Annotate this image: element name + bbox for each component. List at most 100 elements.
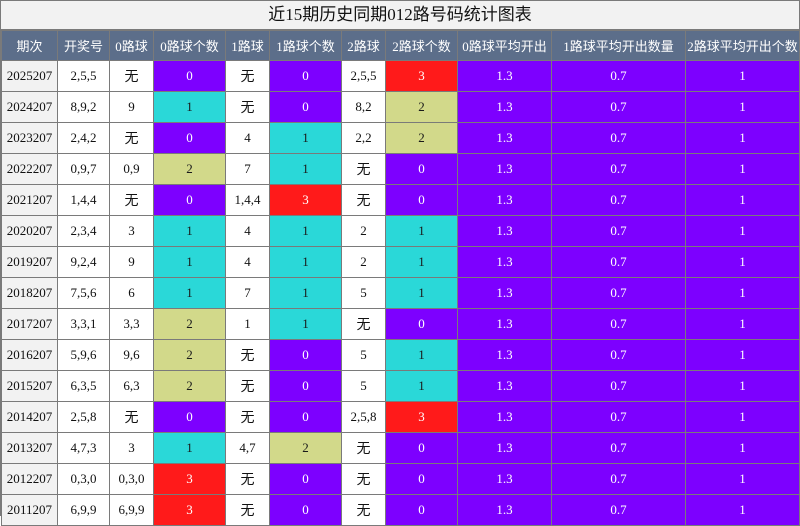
route0-ball-cell: 9 xyxy=(109,91,154,123)
route1-ball-cell: 无 xyxy=(225,339,270,371)
route2-ball-cell: 无 xyxy=(341,184,386,216)
route0-average-cell: 1.3 xyxy=(457,122,552,154)
route2-count-cell: 0 xyxy=(385,308,458,340)
route0-count-cell: 1 xyxy=(153,91,226,123)
table-row: 2020207 2,3,4 3 1 4 1 2 1 1.3 0.7 1 xyxy=(1,215,800,247)
draw-number-cell: 1,4,4 xyxy=(57,184,110,216)
route1-ball-cell: 无 xyxy=(225,370,270,402)
draw-number-cell: 4,7,3 xyxy=(57,432,110,464)
period-cell: 2023207 xyxy=(1,122,58,154)
draw-number-cell: 6,3,5 xyxy=(57,370,110,402)
table-row: 2015207 6,3,5 6,3 2 无 0 5 1 1.3 0.7 1 xyxy=(1,370,800,402)
route0-count-cell: 0 xyxy=(153,401,226,433)
route0-average-cell: 1.3 xyxy=(457,401,552,433)
draw-number-cell: 2,4,2 xyxy=(57,122,110,154)
period-cell: 2015207 xyxy=(1,370,58,402)
route2-average-cell: 1 xyxy=(685,370,800,402)
header-row: 期次 开奖号 0路球 0路球个数 1路球 1路球个数 2路球 2路球个数 0路球… xyxy=(1,30,800,61)
route1-count-cell: 0 xyxy=(269,339,342,371)
route0-ball-cell: 3 xyxy=(109,215,154,247)
route2-average-cell: 1 xyxy=(685,401,800,433)
route2-count-cell: 0 xyxy=(385,494,458,526)
route2-count-cell: 2 xyxy=(385,91,458,123)
route2-count-cell: 1 xyxy=(385,370,458,402)
header-route0-count: 0路球个数 xyxy=(153,30,226,61)
route1-average-cell: 0.7 xyxy=(551,246,686,278)
period-cell: 2011207 xyxy=(1,494,58,526)
route2-ball-cell: 2,5,8 xyxy=(341,401,386,433)
draw-number-cell: 3,3,1 xyxy=(57,308,110,340)
route1-average-cell: 0.7 xyxy=(551,463,686,495)
route1-average-cell: 0.7 xyxy=(551,308,686,340)
route1-count-cell: 0 xyxy=(269,401,342,433)
route1-average-cell: 0.7 xyxy=(551,122,686,154)
draw-number-cell: 0,9,7 xyxy=(57,153,110,185)
route2-count-cell: 2 xyxy=(385,122,458,154)
route0-average-cell: 1.3 xyxy=(457,370,552,402)
route1-ball-cell: 4 xyxy=(225,215,270,247)
draw-number-cell: 2,5,5 xyxy=(57,60,110,92)
page-title: 近15期历史同期012路号码统计图表 xyxy=(1,1,799,30)
draw-number-cell: 0,3,0 xyxy=(57,463,110,495)
route2-average-cell: 1 xyxy=(685,60,800,92)
route1-count-cell: 0 xyxy=(269,494,342,526)
route0-count-cell: 2 xyxy=(153,339,226,371)
table-row: 2013207 4,7,3 3 1 4,7 2 无 0 1.3 0.7 1 xyxy=(1,432,800,464)
route2-count-cell: 1 xyxy=(385,215,458,247)
draw-number-cell: 2,5,8 xyxy=(57,401,110,433)
route0-average-cell: 1.3 xyxy=(457,60,552,92)
route1-ball-cell: 1,4,4 xyxy=(225,184,270,216)
table-row: 2023207 2,4,2 无 0 4 1 2,2 2 1.3 0.7 1 xyxy=(1,122,800,154)
route1-count-cell: 1 xyxy=(269,308,342,340)
route0-ball-cell: 0,9 xyxy=(109,153,154,185)
route2-ball-cell: 无 xyxy=(341,308,386,340)
route0-average-cell: 1.3 xyxy=(457,91,552,123)
route2-count-cell: 0 xyxy=(385,184,458,216)
route1-average-cell: 0.7 xyxy=(551,215,686,247)
route1-count-cell: 0 xyxy=(269,91,342,123)
route1-average-cell: 0.7 xyxy=(551,184,686,216)
header-route0-ball: 0路球 xyxy=(109,30,154,61)
route0-ball-cell: 9,6 xyxy=(109,339,154,371)
route0-ball-cell: 无 xyxy=(109,184,154,216)
route1-ball-cell: 1 xyxy=(225,308,270,340)
table-row: 2012207 0,3,0 0,3,0 3 无 0 无 0 1.3 0.7 1 xyxy=(1,463,800,495)
route2-ball-cell: 2,5,5 xyxy=(341,60,386,92)
route1-count-cell: 1 xyxy=(269,246,342,278)
route2-count-cell: 0 xyxy=(385,153,458,185)
route0-count-cell: 2 xyxy=(153,370,226,402)
route2-average-cell: 1 xyxy=(685,494,800,526)
route0-count-cell: 0 xyxy=(153,184,226,216)
header-route2-average: 2路球平均开出个数 xyxy=(685,30,800,61)
route1-count-cell: 0 xyxy=(269,370,342,402)
route1-ball-cell: 无 xyxy=(225,91,270,123)
period-cell: 2016207 xyxy=(1,339,58,371)
route2-ball-cell: 无 xyxy=(341,494,386,526)
route0-count-cell: 0 xyxy=(153,122,226,154)
route0-average-cell: 1.3 xyxy=(457,184,552,216)
period-cell: 2013207 xyxy=(1,432,58,464)
header-route1-average: 1路球平均开出数量 xyxy=(551,30,686,61)
route1-ball-cell: 4 xyxy=(225,246,270,278)
route1-count-cell: 1 xyxy=(269,277,342,309)
route0-ball-cell: 9 xyxy=(109,246,154,278)
table-row: 2024207 8,9,2 9 1 无 0 8,2 2 1.3 0.7 1 xyxy=(1,91,800,123)
route2-count-cell: 1 xyxy=(385,339,458,371)
period-cell: 2024207 xyxy=(1,91,58,123)
route2-count-cell: 0 xyxy=(385,463,458,495)
route0-ball-cell: 3 xyxy=(109,432,154,464)
table-row: 2014207 2,5,8 无 0 无 0 2,5,8 3 1.3 0.7 1 xyxy=(1,401,800,433)
route1-average-cell: 0.7 xyxy=(551,277,686,309)
route2-average-cell: 1 xyxy=(685,215,800,247)
route2-ball-cell: 无 xyxy=(341,432,386,464)
draw-number-cell: 7,5,6 xyxy=(57,277,110,309)
draw-number-cell: 5,9,6 xyxy=(57,339,110,371)
route2-ball-cell: 2 xyxy=(341,215,386,247)
route1-ball-cell: 无 xyxy=(225,60,270,92)
route1-count-cell: 0 xyxy=(269,463,342,495)
route2-ball-cell: 2 xyxy=(341,246,386,278)
stats-table-panel: 近15期历史同期012路号码统计图表 期次 开奖号 0路球 0路球个数 1路球 … xyxy=(0,0,800,526)
route1-average-cell: 0.7 xyxy=(551,60,686,92)
route1-ball-cell: 7 xyxy=(225,277,270,309)
draw-number-cell: 8,9,2 xyxy=(57,91,110,123)
